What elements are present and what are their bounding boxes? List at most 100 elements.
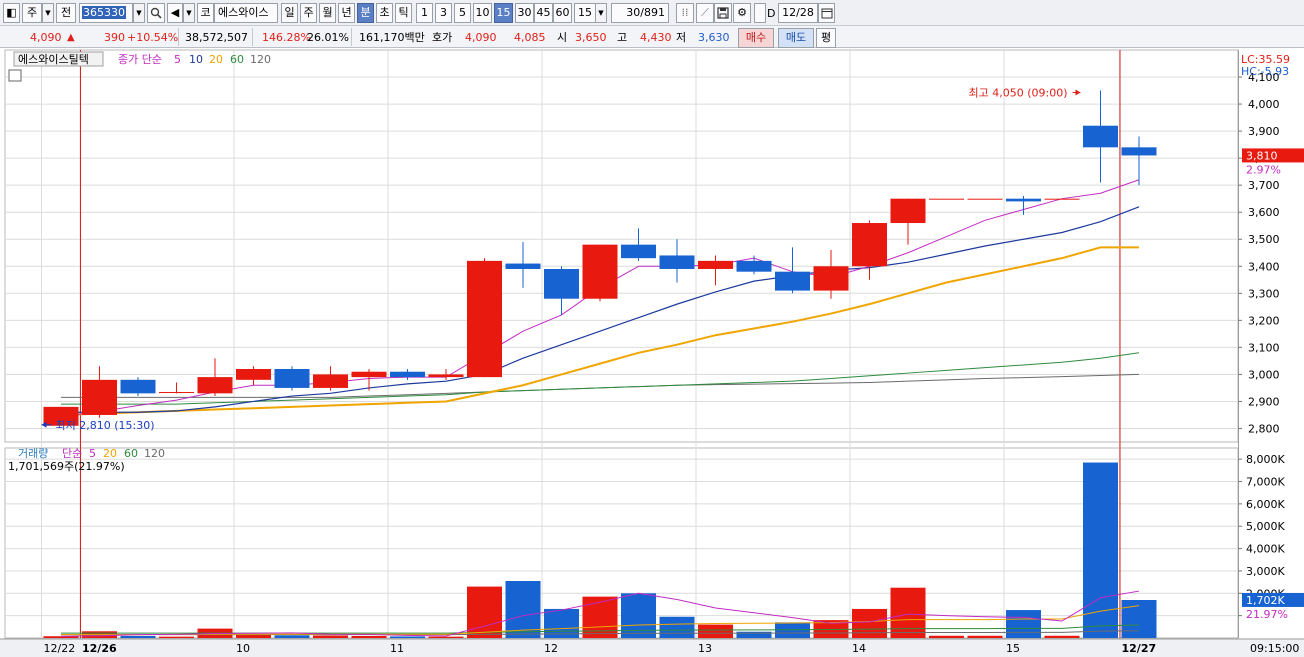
period-year[interactable]: 년 (338, 3, 355, 23)
buy-button[interactable]: 매수 (738, 28, 774, 48)
volume-info: 1,701,569주(21.97%) (8, 460, 125, 473)
period-month[interactable]: 월 (319, 3, 336, 23)
volume-bar (929, 635, 964, 638)
price-tick-label: 3,300 (1248, 287, 1280, 300)
volume-tick-label: 6,000K (1246, 498, 1285, 511)
current-price-label: 3,810 (1246, 149, 1278, 162)
candle-body (197, 377, 233, 394)
candle-body (467, 260, 502, 378)
candle-body (236, 369, 271, 380)
chart-area[interactable]: 2,800 2,900 3,000 3,100 3,200 3,300 3,400 3,500… (0, 48, 1304, 657)
speaker-icon[interactable]: ◀ (167, 3, 183, 23)
stock-code-input[interactable]: 365330 (79, 3, 133, 23)
interval-1[interactable]: 1 (416, 3, 433, 23)
x-tick-label: 10 (236, 642, 250, 655)
x-tick-label: 15 (1006, 642, 1020, 655)
candle-body (582, 244, 618, 299)
price-tick-label: 3,700 (1248, 179, 1280, 192)
low-annotation: 최저 2,810 (15:30) (56, 419, 155, 432)
volume-legend-ma5: 5 (89, 447, 96, 460)
period-tick[interactable]: 틱 (395, 3, 412, 23)
search-icon[interactable] (147, 3, 165, 23)
volume-indicator-label: 단순 (62, 447, 82, 460)
volume-bar (659, 616, 695, 638)
view-toggle[interactable]: 전 (56, 3, 76, 23)
bid-label: 호가 (432, 31, 453, 44)
candle-body (1083, 125, 1118, 148)
volume-ratio: 146.28% (262, 31, 311, 44)
x-tick-label: 14 (852, 642, 866, 655)
current-price: 4,090 (30, 31, 62, 44)
volume-bar (120, 635, 156, 638)
x-tick-label: 11 (390, 642, 404, 655)
stock-chart[interactable]: 2,800 2,900 3,000 3,100 3,200 3,300 3,400 3,500… (0, 48, 1304, 657)
price-tick-label: 3,400 (1248, 260, 1280, 273)
interval-10[interactable]: 10 (473, 3, 492, 23)
stock-title: 에스와이스틸텍 (18, 53, 89, 66)
toolbar: ◧ 주 ▼ 전 365330 ▼ ◀ ▼ 코 에스와이스 일 주 월 년 분 초… (0, 0, 1304, 26)
x-tick-label: 13 (698, 642, 712, 655)
candle-body (852, 223, 887, 267)
volume-legend-ma60: 60 (124, 447, 138, 460)
x-tick-label: 12/26 (82, 642, 117, 655)
period-second[interactable]: 초 (376, 3, 393, 23)
calendar-icon[interactable] (818, 3, 835, 23)
legend-ma120: 120 (250, 53, 271, 66)
x-tick-label: 12 (544, 642, 558, 655)
trendline-icon[interactable]: ⟋ (696, 3, 714, 23)
volume-tick-label: 3,000K (1246, 565, 1285, 578)
market-dropdown-chevron-icon[interactable]: ▼ (42, 3, 54, 23)
ask-price: 4,090 (465, 31, 497, 44)
volume-value: 38,572,507 (185, 31, 248, 44)
price-tick-label: 3,100 (1248, 341, 1280, 354)
low-price: 3,630 (698, 31, 730, 44)
market-select[interactable]: 주 (22, 3, 42, 23)
gear-icon[interactable]: ⚙ (733, 3, 751, 23)
interval-15[interactable]: 15 (494, 3, 513, 23)
candle-body (544, 268, 579, 299)
volume-title: 거래량 (18, 447, 48, 460)
period-day[interactable]: 일 (281, 3, 298, 23)
interval-60[interactable]: 60 (553, 3, 572, 23)
legend-ma20: 20 (209, 53, 223, 66)
drawing-tools-icon[interactable]: ⁞⁞ (676, 3, 694, 23)
stock-name-field[interactable]: 에스와이스 (214, 3, 278, 23)
volume-bar (274, 635, 310, 638)
interval-30[interactable]: 30 (515, 3, 534, 23)
interval-3[interactable]: 3 (435, 3, 452, 23)
x-tick-label: 12/22 (44, 642, 76, 655)
interval-value-input[interactable]: 15 (574, 3, 596, 23)
interval-5[interactable]: 5 (454, 3, 471, 23)
candle-body (274, 369, 310, 388)
eval-button[interactable]: 평 (816, 28, 836, 48)
candle-body (813, 266, 849, 291)
period-minute[interactable]: 분 (357, 3, 374, 23)
code-dropdown-chevron-icon[interactable]: ▼ (133, 3, 145, 23)
x-tick-label: 12/27 (1122, 642, 1157, 655)
kor-label[interactable]: 코 (197, 3, 214, 23)
interval-45[interactable]: 45 (534, 3, 553, 23)
candle-body (659, 255, 695, 269)
volume-bar (582, 596, 618, 638)
count-field[interactable]: 30/891 (611, 3, 669, 23)
panel-menu-icon[interactable]: ◧ (3, 3, 20, 23)
interval-dropdown-chevron-icon[interactable]: ▼ (595, 3, 607, 23)
volume-current-pct: 21.97% (1246, 608, 1288, 621)
legend-ma10: 10 (189, 53, 203, 66)
price-tick-label: 3,500 (1248, 233, 1280, 246)
candle-body (621, 244, 656, 259)
price-change: 390 (104, 31, 125, 44)
d-checkbox[interactable] (754, 3, 766, 23)
price-tick-label: 3,600 (1248, 206, 1280, 219)
speaker-dropdown-chevron-icon[interactable]: ▼ (183, 3, 195, 23)
date-input[interactable]: 12/28 (778, 3, 818, 23)
volume-legend-ma20: 20 (103, 447, 117, 460)
candle-body (351, 371, 387, 378)
save-icon[interactable] (714, 3, 732, 23)
period-week[interactable]: 주 (300, 3, 317, 23)
volume-tick-label: 8,000K (1246, 453, 1285, 466)
sell-button[interactable]: 매도 (778, 28, 814, 48)
high-label: 고 (617, 31, 628, 44)
candle-body (698, 260, 733, 269)
candle-body (1044, 198, 1080, 200)
